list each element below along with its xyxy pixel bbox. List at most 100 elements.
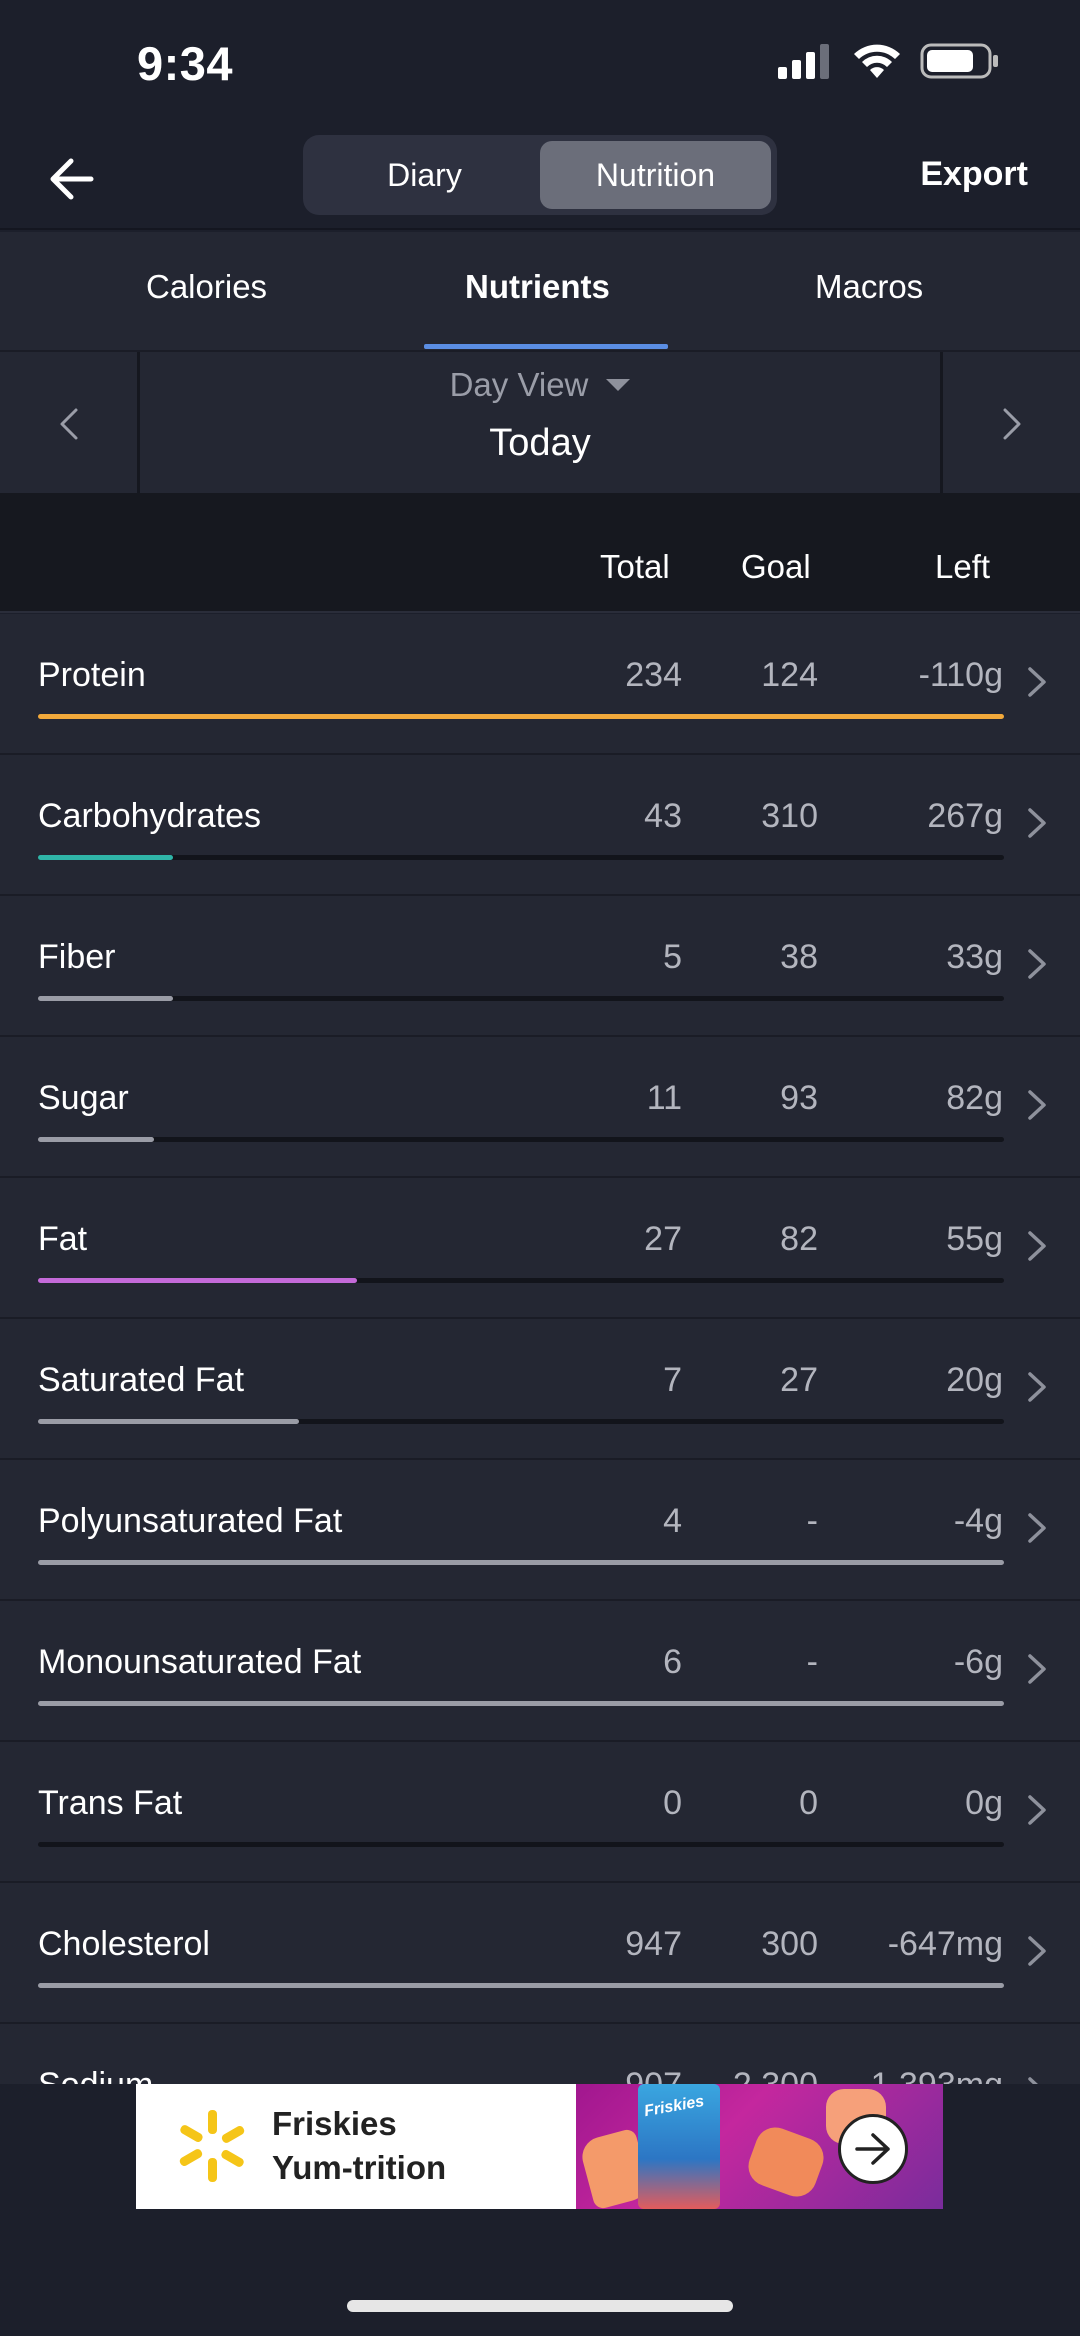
date-navigator: Day View Today xyxy=(0,350,1080,495)
progress-fill xyxy=(38,855,174,860)
nutrient-goal: 27 xyxy=(780,1361,818,1399)
nutrient-total: 27 xyxy=(644,1220,682,1258)
nutrient-total: 5 xyxy=(663,938,682,976)
nutrient-list: Protein 234 124 -110g Carbohydrates 43 310 267g… xyxy=(0,614,1080,2084)
nutrient-name: Sodium xyxy=(38,2066,153,2084)
view-mode-label: Day View xyxy=(449,366,589,403)
chevron-right-icon xyxy=(1028,1231,1046,1261)
date-selector[interactable]: Day View Today xyxy=(143,352,937,495)
nutrient-row[interactable]: Protein 234 124 -110g xyxy=(0,614,1080,755)
nutrient-name: Trans Fat xyxy=(38,1784,183,1822)
chevron-right-icon xyxy=(1003,408,1020,439)
nutrient-left: 267g xyxy=(927,797,1003,835)
ad-line-2: Yum-trition xyxy=(272,2149,447,2186)
nav-header: Diary Nutrition Export xyxy=(0,130,1080,230)
next-day-button[interactable] xyxy=(940,352,1080,495)
nutrient-left: -4g xyxy=(953,1502,1003,1540)
nutrient-total: 7 xyxy=(663,1361,682,1399)
export-button[interactable]: Export xyxy=(920,155,1028,194)
cellular-signal-icon xyxy=(778,44,829,79)
nutrient-row[interactable]: Polyunsaturated Fat 4 - -4g xyxy=(0,1460,1080,1601)
nutrient-row[interactable]: Cholesterol 947 300 -647mg xyxy=(0,1883,1080,2024)
status-bar: 9:34 xyxy=(0,0,1080,130)
nutrient-left: 82g xyxy=(946,1079,1003,1117)
nutrient-goal: 310 xyxy=(761,797,818,835)
product-label: Friskies xyxy=(642,2092,706,2121)
tab-calories[interactable]: Calories xyxy=(146,268,267,306)
chevron-left-icon xyxy=(60,408,77,439)
column-header: Total Goal Left xyxy=(0,493,1080,613)
ad-cta-button[interactable] xyxy=(838,2114,908,2184)
view-mode-dropdown[interactable]: Day View xyxy=(143,366,937,404)
nutrient-left: -647mg xyxy=(887,1925,1003,1963)
progress-track xyxy=(38,1278,1004,1283)
nutrient-name: Saturated Fat xyxy=(38,1361,245,1399)
segment-nutrition[interactable]: Nutrition xyxy=(540,141,771,209)
ad-banner[interactable]: Friskies Yum-trition Friskies xyxy=(136,2084,943,2209)
current-date-label: Today xyxy=(489,422,591,464)
progress-track xyxy=(38,1419,1004,1424)
nutrient-row[interactable]: Saturated Fat 7 27 20g xyxy=(0,1319,1080,1460)
sub-tabs: Calories Nutrients Macros xyxy=(0,232,1080,350)
salmon-graphic xyxy=(742,2121,830,2203)
nutrient-goal: 2,300 xyxy=(733,2066,818,2084)
progress-fill xyxy=(38,996,174,1001)
segment-diary[interactable]: Diary xyxy=(309,141,540,209)
chevron-right-icon xyxy=(1028,1090,1046,1120)
chevron-right-icon xyxy=(1028,949,1046,979)
previous-day-button[interactable] xyxy=(0,352,140,495)
progress-fill xyxy=(38,1278,357,1283)
wifi-icon xyxy=(854,44,900,78)
nutrient-left: -6g xyxy=(953,1643,1003,1681)
nutrient-goal: - xyxy=(806,1643,818,1681)
status-icons xyxy=(778,42,1000,80)
nutrient-name: Fat xyxy=(38,1220,88,1258)
nutrient-left: 33g xyxy=(946,938,1003,976)
progress-track xyxy=(38,1560,1004,1565)
chevron-right-icon xyxy=(1028,808,1046,838)
nutrient-row[interactable]: Fiber 5 38 33g xyxy=(0,896,1080,1037)
nutrient-total: 6 xyxy=(663,1643,682,1681)
nutrient-total: 947 xyxy=(625,1925,682,1963)
nutrient-left: 0g xyxy=(965,1784,1003,1822)
nutrient-goal: 0 xyxy=(799,1784,818,1822)
walmart-spark-icon xyxy=(179,2110,245,2182)
nutrient-left: -110g xyxy=(918,656,1003,694)
back-button[interactable] xyxy=(38,146,104,212)
nutrient-name: Protein xyxy=(38,656,146,694)
arrow-left-icon xyxy=(50,158,94,200)
progress-track xyxy=(38,1983,1004,1988)
chevron-right-icon xyxy=(1028,1654,1046,1684)
active-tab-indicator xyxy=(424,344,668,349)
nutrient-total: 0 xyxy=(663,1784,682,1822)
nutrient-row[interactable]: Trans Fat 0 0 0g xyxy=(0,1742,1080,1883)
battery-icon xyxy=(920,43,998,79)
nutrient-row[interactable]: Sugar 11 93 82g xyxy=(0,1037,1080,1178)
tab-macros[interactable]: Macros xyxy=(815,268,923,306)
nutrient-row[interactable]: Fat 27 82 55g xyxy=(0,1178,1080,1319)
nutrient-goal: 82 xyxy=(780,1220,818,1258)
product-bag-graphic: Friskies xyxy=(638,2084,720,2209)
nutrient-name: Carbohydrates xyxy=(38,797,262,835)
caret-down-icon xyxy=(606,379,631,391)
home-indicator[interactable] xyxy=(347,2300,733,2312)
progress-fill xyxy=(38,1983,1004,1988)
progress-fill xyxy=(38,1137,154,1142)
nutrient-name: Monounsaturated Fat xyxy=(38,1643,362,1681)
nutrient-goal: 124 xyxy=(761,656,818,694)
view-segmented-control: Diary Nutrition xyxy=(303,135,777,215)
progress-track xyxy=(38,714,1004,719)
nutrient-row[interactable]: Carbohydrates 43 310 267g xyxy=(0,755,1080,896)
nutrient-total: 4 xyxy=(663,1502,682,1540)
nutrient-total: 43 xyxy=(644,797,682,835)
progress-fill xyxy=(38,1419,299,1424)
nutrient-name: Fiber xyxy=(38,938,116,976)
nutrient-row[interactable]: Monounsaturated Fat 6 - -6g xyxy=(0,1601,1080,1742)
nutrient-row[interactable]: Sodium 907 2,300 1,393mg xyxy=(0,2024,1080,2084)
progress-fill xyxy=(38,1701,1004,1706)
tab-nutrients[interactable]: Nutrients xyxy=(465,268,610,306)
chevron-right-icon xyxy=(1028,1513,1046,1543)
arrow-right-icon xyxy=(855,2133,890,2165)
nutrient-name: Sugar xyxy=(38,1079,129,1117)
ad-area: Friskies Yum-trition Friskies xyxy=(0,2084,1080,2336)
